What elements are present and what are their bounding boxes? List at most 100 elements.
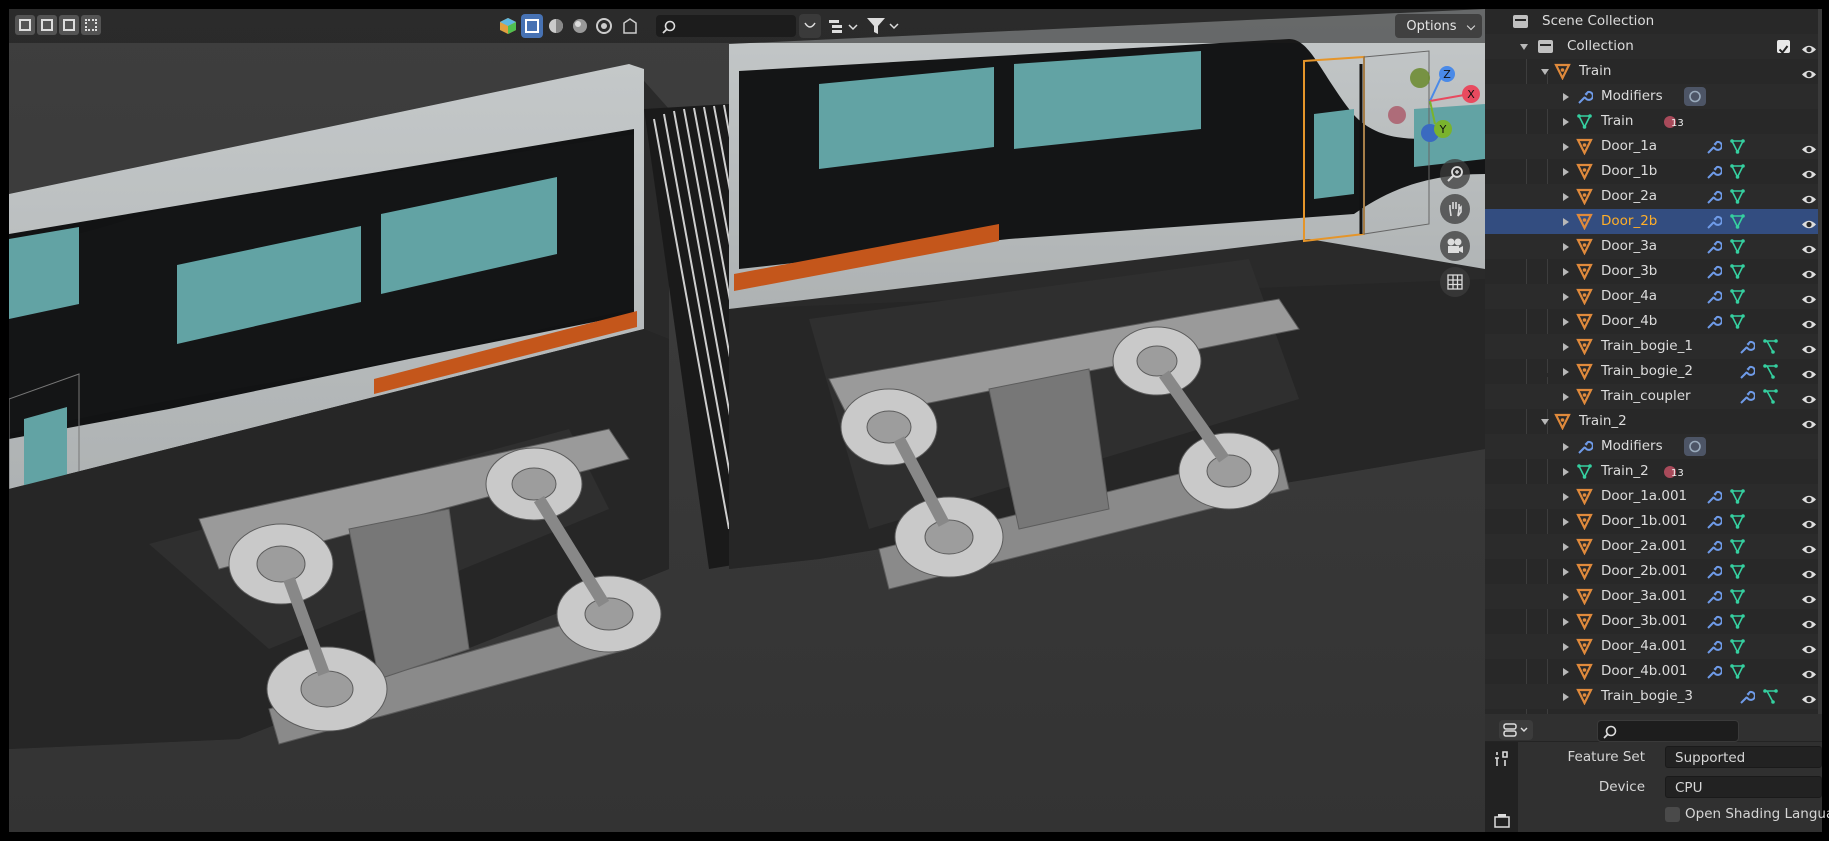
visibility-eye-icon[interactable] bbox=[1801, 340, 1817, 354]
mesh-data-icon[interactable] bbox=[1729, 613, 1746, 630]
select-intersect-icon[interactable] bbox=[81, 15, 101, 35]
visibility-eye-icon[interactable] bbox=[1801, 415, 1817, 429]
outliner-panel[interactable]: Scene Collection Collection Train Modifie… bbox=[1485, 9, 1822, 714]
visibility-eye-icon[interactable] bbox=[1801, 265, 1817, 279]
expand-toggle[interactable] bbox=[1563, 218, 1569, 226]
mesh-data-icon[interactable] bbox=[1729, 263, 1746, 280]
mesh-data-icon[interactable] bbox=[1729, 538, 1746, 555]
wrench-icon[interactable] bbox=[1705, 288, 1723, 305]
ortho-grid-icon[interactable] bbox=[1440, 267, 1470, 297]
outliner-row-door-3a-001[interactable]: Door_3a.001 bbox=[1485, 584, 1822, 609]
expand-toggle[interactable] bbox=[1563, 193, 1569, 201]
wrench-icon[interactable] bbox=[1738, 388, 1756, 405]
mesh-data-icon[interactable] bbox=[1729, 238, 1746, 255]
collection-row[interactable]: Collection bbox=[1485, 34, 1822, 59]
wrench-icon[interactable] bbox=[1705, 163, 1723, 180]
expand-toggle[interactable] bbox=[1563, 143, 1569, 151]
visibility-eye-icon[interactable] bbox=[1801, 690, 1817, 704]
outliner-row-train[interactable]: Train 13 bbox=[1485, 109, 1822, 134]
expand-toggle[interactable] bbox=[1563, 243, 1569, 251]
mesh-data-icon[interactable] bbox=[1729, 513, 1746, 530]
outliner-row-door-1a[interactable]: Door_1a bbox=[1485, 134, 1822, 159]
camera-view-icon[interactable] bbox=[1440, 231, 1470, 261]
expand-toggle[interactable] bbox=[1563, 93, 1569, 101]
filter-icon[interactable] bbox=[865, 15, 901, 37]
visibility-eye-icon[interactable] bbox=[1801, 40, 1817, 54]
wrench-icon[interactable] bbox=[1705, 238, 1723, 255]
outliner-scrollbar[interactable] bbox=[1818, 9, 1822, 714]
options-dropdown[interactable]: Options bbox=[1395, 14, 1482, 38]
wrench-icon[interactable] bbox=[1705, 638, 1723, 655]
expand-toggle[interactable] bbox=[1563, 668, 1569, 676]
wrench-icon[interactable] bbox=[1705, 588, 1723, 605]
mesh-data-icon[interactable] bbox=[1729, 663, 1746, 680]
expand-toggle[interactable] bbox=[1563, 568, 1569, 576]
device-dropdown[interactable]: CPU bbox=[1665, 776, 1822, 798]
mesh-data-icon[interactable] bbox=[1729, 638, 1746, 655]
outliner-row-train-bogie-2[interactable]: Train_bogie_2 bbox=[1485, 359, 1822, 384]
expand-toggle[interactable] bbox=[1563, 393, 1569, 401]
outliner-row-door-3b[interactable]: Door_3b bbox=[1485, 259, 1822, 284]
expand-toggle[interactable] bbox=[1563, 368, 1569, 376]
wrench-icon[interactable] bbox=[1705, 138, 1723, 155]
outliner-row-door-1b[interactable]: Door_1b bbox=[1485, 159, 1822, 184]
mesh-data-icon[interactable] bbox=[1729, 138, 1746, 155]
expand-toggle[interactable] bbox=[1563, 593, 1569, 601]
display-mode-icon[interactable] bbox=[827, 17, 861, 35]
outliner-row-door-2b[interactable]: Door_2b bbox=[1485, 209, 1822, 234]
wrench-icon[interactable] bbox=[1705, 563, 1723, 580]
expand-toggle[interactable] bbox=[1563, 343, 1569, 351]
outliner-row-train-2[interactable]: Train_2 bbox=[1485, 409, 1822, 434]
expand-toggle[interactable] bbox=[1563, 693, 1569, 701]
visibility-eye-icon[interactable] bbox=[1801, 390, 1817, 404]
wrench-icon[interactable] bbox=[1705, 188, 1723, 205]
expand-toggle[interactable] bbox=[1541, 419, 1549, 425]
tool-settings-icon[interactable] bbox=[1493, 750, 1511, 768]
outliner-row-door-4a-001[interactable]: Door_4a.001 bbox=[1485, 634, 1822, 659]
visibility-eye-icon[interactable] bbox=[1801, 215, 1817, 229]
visibility-eye-icon[interactable] bbox=[1801, 515, 1817, 529]
select-extend-icon[interactable] bbox=[37, 15, 57, 35]
outliner-row-modifiers[interactable]: Modifiers bbox=[1485, 434, 1822, 459]
mesh-data-icon[interactable] bbox=[1729, 563, 1746, 580]
mesh-data-icon[interactable] bbox=[1729, 163, 1746, 180]
scene-collection-row[interactable]: Scene Collection bbox=[1485, 9, 1822, 34]
visibility-eye-icon[interactable] bbox=[1801, 590, 1817, 604]
expand-toggle[interactable] bbox=[1563, 618, 1569, 626]
curve-data-icon[interactable] bbox=[1762, 688, 1779, 705]
modifier-stack-icon[interactable] bbox=[1684, 437, 1706, 456]
expand-toggle[interactable] bbox=[1563, 268, 1569, 276]
select-subtract-icon[interactable] bbox=[59, 15, 79, 35]
expand-toggle[interactable] bbox=[1563, 168, 1569, 176]
wrench-icon[interactable] bbox=[1705, 663, 1723, 680]
render-settings-icon[interactable] bbox=[1493, 812, 1511, 830]
wrench-icon[interactable] bbox=[1705, 538, 1723, 555]
outliner-row-door-1a-001[interactable]: Door_1a.001 bbox=[1485, 484, 1822, 509]
shading-solid-wire-icon[interactable] bbox=[521, 14, 543, 38]
outliner-row-door-2a-001[interactable]: Door_2a.001 bbox=[1485, 534, 1822, 559]
3d-viewport[interactable]: Options Z X Y bbox=[9, 9, 1485, 832]
gizmo-toggle-icon[interactable] bbox=[621, 17, 639, 35]
wrench-icon[interactable] bbox=[1705, 513, 1723, 530]
outliner-row-door-3a[interactable]: Door_3a bbox=[1485, 234, 1822, 259]
outliner-row-train[interactable]: Train bbox=[1485, 59, 1822, 84]
wrench-icon[interactable] bbox=[1738, 338, 1756, 355]
visibility-eye-icon[interactable] bbox=[1801, 365, 1817, 379]
curve-data-icon[interactable] bbox=[1762, 363, 1779, 380]
exclude-checkbox[interactable] bbox=[1777, 40, 1790, 55]
viewport-search-input[interactable] bbox=[656, 15, 796, 37]
shading-rendered-icon[interactable] bbox=[595, 17, 613, 35]
expand-toggle[interactable] bbox=[1563, 493, 1569, 501]
filter-options-icon[interactable] bbox=[799, 14, 821, 38]
expand-toggle[interactable] bbox=[1563, 318, 1569, 326]
mesh-data-icon[interactable] bbox=[1729, 188, 1746, 205]
properties-search-input[interactable] bbox=[1597, 720, 1739, 742]
expand-toggle[interactable] bbox=[1563, 518, 1569, 526]
visibility-eye-icon[interactable] bbox=[1801, 490, 1817, 504]
mesh-data-icon[interactable] bbox=[1729, 488, 1746, 505]
mesh-data-icon[interactable] bbox=[1729, 313, 1746, 330]
wrench-icon[interactable] bbox=[1705, 213, 1723, 230]
visibility-eye-icon[interactable] bbox=[1801, 140, 1817, 154]
select-set-icon[interactable] bbox=[15, 15, 35, 35]
expand-toggle[interactable] bbox=[1563, 443, 1569, 451]
